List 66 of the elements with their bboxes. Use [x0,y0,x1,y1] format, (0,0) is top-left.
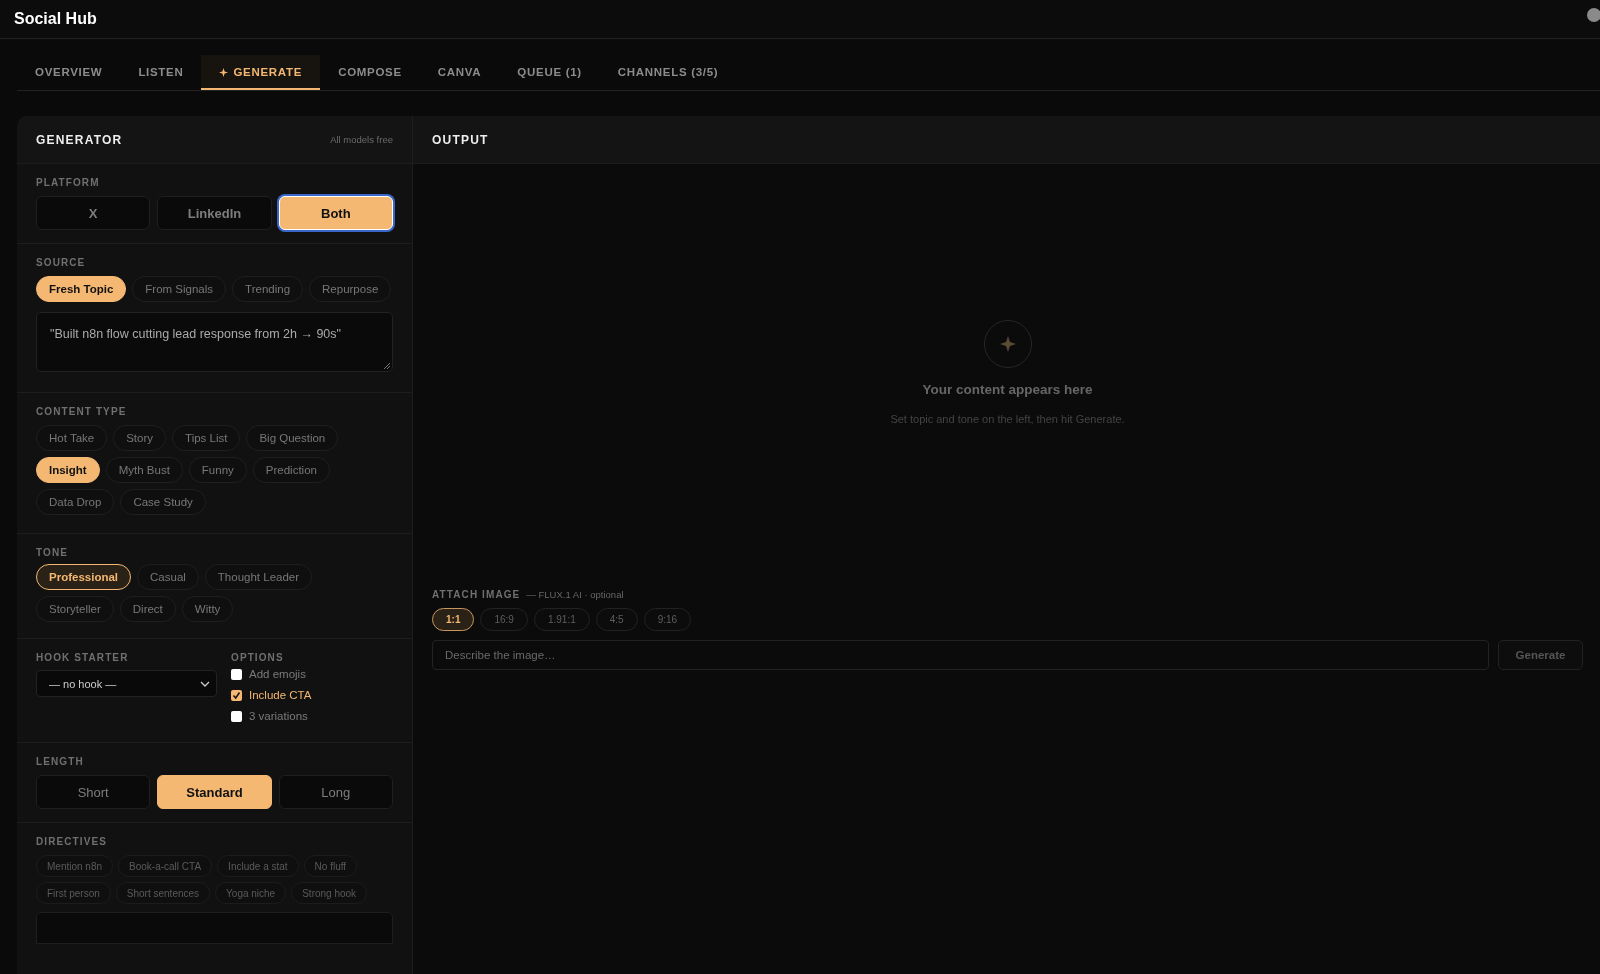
option-label: Add emojis [249,668,306,680]
section-label: LENGTH [36,756,85,767]
directive-chip[interactable]: Include a stat [217,855,299,877]
topic-text: "Built n8n flow cutting lead response from 2h → 90s" [50,327,341,341]
section-label: ATTACH IMAGE [432,589,521,600]
status-dot [1587,8,1600,22]
topic-field[interactable]: "Built n8n flow cutting lead response from 2h → 90s" [36,312,393,372]
checkbox[interactable] [231,689,242,701]
nav-tab[interactable]: CANVA [419,55,500,90]
chevron-down-icon [200,680,210,687]
section-label: HOOK STARTER [36,652,130,663]
directive-chip[interactable]: Book-a-call CTA [118,855,213,877]
source-chip[interactable]: From Signals [132,276,227,302]
empty-state-heading: Your content appears here [922,382,1093,397]
length-button[interactable]: Long [278,775,393,809]
platform-button[interactable]: Both [278,196,393,230]
model-note: — FLUX.1 AI · optional [526,589,624,600]
section-label: SOURCE [36,257,87,268]
source-chip[interactable]: Fresh Topic [36,276,127,302]
tone-chip[interactable]: Witty [181,596,234,622]
directive-chip[interactable]: Strong hook [291,882,368,904]
panel-title: OUTPUT [432,132,489,147]
ratio-chip[interactable]: 1:1 [432,608,475,631]
section-label: DIRECTIVES [36,836,108,847]
nav-tab[interactable]: GENERATE [201,55,321,90]
nav-tab[interactable]: CHANNELS (3/5) [599,55,737,90]
directive-chip[interactable]: First person [36,882,111,904]
image-prompt-field[interactable]: Describe the image… [432,640,1489,670]
source-chip[interactable]: Repurpose [309,276,392,302]
section-label: CONTENT TYPE [36,406,128,417]
app-title: Social Hub [14,10,97,28]
directive-chip[interactable]: Yoga niche [215,882,287,904]
checkbox[interactable] [231,668,242,680]
directive-chip[interactable]: No fluff [303,855,358,877]
option-label: 3 variations [249,710,308,722]
tone-chip[interactable]: Professional [36,564,132,590]
option-label: Include CTA [249,689,312,701]
tone-chip[interactable]: Direct [119,596,176,622]
checkbox[interactable] [231,710,242,722]
tone-chip[interactable]: Storyteller [36,596,114,622]
ratio-chip[interactable]: 1.91:1 [533,608,590,631]
length-button[interactable]: Short [36,775,151,809]
nav-tab[interactable]: OVERVIEW [17,55,121,90]
ratio-chip[interactable]: 4:5 [595,608,638,631]
length-button[interactable]: Standard [157,775,272,809]
panel-title: GENERATOR [36,132,123,147]
tone-chip[interactable]: Thought Leader [204,564,313,590]
sparkle-icon [219,67,229,77]
directive-chip[interactable]: Mention n8n [36,855,114,877]
ratio-chip[interactable]: 16:9 [480,608,528,631]
platform-button[interactable]: X [36,196,151,230]
directive-chip[interactable]: Short sentences [115,882,211,904]
nav-tab[interactable]: COMPOSE [320,55,420,90]
section-label: TONE [36,547,69,558]
ratio-chip[interactable]: 9:16 [643,608,692,631]
platform-button[interactable]: LinkedIn [157,196,272,230]
nav-tab[interactable]: QUEUE (1) [499,55,600,90]
generate-button[interactable]: Generate [1498,640,1583,670]
resize-grip-icon [383,362,390,369]
tone-chip[interactable]: Casual [137,564,199,590]
panel-note: All models free [330,134,393,145]
hook-select[interactable]: — no hook — [36,670,217,697]
section-label: PLATFORM [36,177,101,188]
section-label: OPTIONS [231,652,285,663]
source-chip[interactable]: Trending [232,276,304,302]
nav-tab[interactable]: LISTEN [120,55,202,90]
